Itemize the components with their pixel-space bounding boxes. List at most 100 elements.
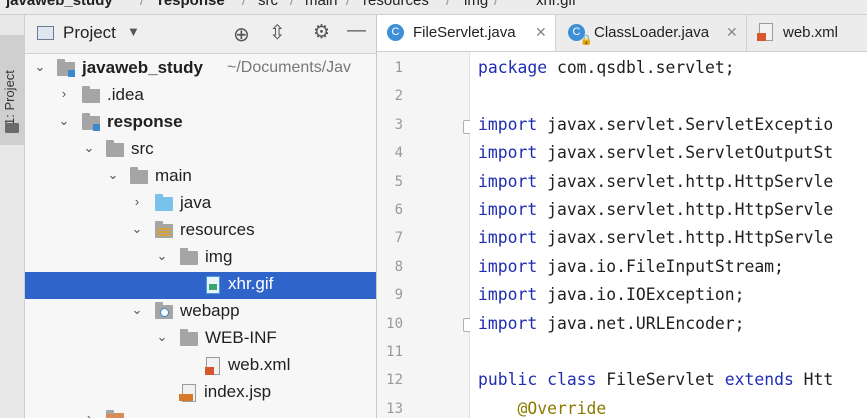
tree-item-main[interactable]: ⌄ main — [25, 164, 376, 191]
breadcrumb-item-xhr-gif[interactable]: xhr.gif — [536, 0, 576, 9]
code-line[interactable]: import java.net.URLEncoder; — [478, 314, 744, 333]
code-text: javax.servlet.http.HttpServle — [537, 228, 834, 247]
tree-item-resources[interactable]: ⌄ resources — [25, 218, 376, 245]
module-badge-icon — [68, 70, 75, 77]
breadcrumb-separator: / — [242, 0, 247, 9]
code-text: FileServlet — [596, 370, 725, 389]
folder-icon — [106, 410, 124, 418]
chevron-down-icon[interactable]: ⌄ — [57, 114, 71, 128]
breadcrumb-item-resources[interactable]: resources — [363, 0, 429, 9]
breadcrumb-item-img[interactable]: img — [464, 0, 488, 9]
line-number: 8 — [394, 259, 403, 275]
code-line[interactable]: import javax.servlet.http.HttpServle — [478, 172, 833, 191]
chevron-down-icon[interactable]: ⌄ — [33, 60, 47, 74]
tree-item-src[interactable]: ⌄ src — [25, 137, 376, 164]
code-line[interactable]: import java.io.IOException; — [478, 285, 744, 304]
code-line[interactable]: package com.qsdbl.servlet; — [478, 58, 735, 77]
code-line[interactable]: import javax.servlet.ServletExceptio — [478, 115, 833, 134]
line-number: 13 — [386, 401, 403, 417]
tree-item-label: WEB-INF — [205, 328, 277, 347]
line-number: 10 — [386, 316, 403, 332]
tool-window-strip: 1: Project — [0, 15, 25, 418]
source-folder-icon — [155, 194, 173, 211]
editor-gutter: 1 2 3 4 5 6 7 8 9 10 11 12 13 — [377, 52, 475, 418]
breadcrumb-separator: / — [290, 0, 295, 9]
code-keyword: import — [478, 200, 538, 219]
code-line[interactable]: import java.io.FileInputStream; — [478, 257, 784, 276]
breadcrumb-separator: / — [140, 0, 145, 9]
code-line[interactable]: import javax.servlet.http.HttpServle — [478, 228, 833, 247]
code-keyword: package — [478, 58, 548, 77]
chevron-right-icon[interactable]: › — [82, 411, 96, 418]
breadcrumb-item-javaweb-study[interactable]: javaweb_study — [6, 0, 113, 9]
close-icon[interactable]: ✕ — [535, 24, 547, 41]
tree-item-index-jsp[interactable]: index.jsp — [25, 380, 376, 407]
tab-fileservlet-java[interactable]: C FileServlet.java ✕ — [377, 15, 556, 51]
chevron-down-icon[interactable]: ⌄ — [106, 168, 120, 182]
tab-label: ClassLoader.java — [594, 24, 710, 41]
code-keyword: import — [478, 172, 538, 191]
tab-web-xml[interactable]: web.xml — [747, 15, 867, 51]
code-line[interactable]: import javax.servlet.ServletOutputSt — [478, 143, 833, 162]
code-keyword: extends — [724, 370, 794, 389]
code-text: java.net.URLEncoder; — [537, 314, 745, 333]
gear-icon[interactable]: ⚙ — [313, 21, 330, 44]
project-panel: Project ▼ ⊕ ⇳ ⚙ — ⌄ javaweb_study ~/Docu… — [25, 15, 377, 418]
close-icon[interactable]: ✕ — [726, 24, 738, 41]
tree-item-partial[interactable]: › — [25, 407, 376, 418]
code-keyword: import — [478, 257, 538, 276]
chevron-down-icon[interactable]: ⌄ — [130, 222, 144, 236]
chevron-down-icon[interactable]: ⌄ — [155, 249, 169, 263]
code-keyword: public — [478, 370, 538, 389]
code-text: javax.servlet.ServletExceptio — [537, 115, 834, 134]
project-view-title[interactable]: Project — [63, 23, 116, 43]
chevron-down-icon[interactable]: ⌄ — [130, 303, 144, 317]
code-keyword: class — [547, 370, 597, 389]
image-thumbnail-icon — [209, 284, 217, 290]
code-keyword: import — [478, 115, 538, 134]
tree-item-response[interactable]: ⌄ response — [25, 110, 376, 137]
folder-icon — [180, 329, 198, 346]
code-line[interactable]: import javax.servlet.http.HttpServle — [478, 200, 833, 219]
chevron-right-icon[interactable]: › — [130, 195, 144, 209]
tree-item-web-xml[interactable]: web.xml — [25, 353, 376, 380]
locate-target-icon[interactable]: ⊕ — [233, 22, 250, 47]
breadcrumb-item-response[interactable]: response — [158, 0, 225, 9]
breadcrumb-separator: / — [494, 0, 499, 9]
code-keyword: import — [478, 143, 538, 162]
chevron-down-icon[interactable]: ▼ — [127, 24, 140, 39]
code-editor[interactable]: package com.qsdbl.servlet; import javax.s… — [470, 52, 867, 418]
navigation-breadcrumb: javaweb_study / response / src / main / … — [0, 0, 867, 15]
folder-icon — [82, 86, 100, 103]
tree-item-label: img — [205, 247, 233, 266]
breadcrumb-item-main[interactable]: main — [305, 0, 338, 9]
tab-label: FileServlet.java — [413, 24, 516, 41]
tree-item-xhr-gif[interactable]: xhr.gif — [25, 272, 376, 299]
tree-item-webapp[interactable]: ⌄ webapp — [25, 299, 376, 326]
tree-item-label: xhr.gif — [228, 274, 274, 293]
code-text: java.io.FileInputStream; — [537, 257, 784, 276]
tree-item-idea[interactable]: › .idea — [25, 83, 376, 110]
collapse-all-icon[interactable]: ⇳ — [269, 20, 286, 45]
tree-item-javaweb-study[interactable]: ⌄ javaweb_study ~/Documents/Jav — [25, 56, 376, 83]
code-line[interactable]: @Override — [478, 399, 606, 418]
tree-item-label: webapp — [180, 301, 240, 320]
code-line[interactable]: public class FileServlet extends Htt — [478, 370, 833, 389]
project-tool-window-button[interactable]: 1: Project — [0, 35, 24, 145]
breadcrumb-item-src[interactable]: src — [258, 0, 278, 9]
chevron-right-icon[interactable]: › — [57, 87, 71, 101]
tree-item-web-inf[interactable]: ⌄ WEB-INF — [25, 326, 376, 353]
code-text: Htt — [793, 370, 834, 389]
minimize-icon[interactable]: — — [347, 20, 366, 42]
tree-item-label: resources — [180, 220, 255, 239]
breadcrumb-separator: / — [346, 0, 351, 9]
tab-classloader-java[interactable]: C 🔒 ClassLoader.java ✕ — [556, 15, 747, 51]
chevron-down-icon[interactable]: ⌄ — [82, 141, 96, 155]
tree-item-java[interactable]: › java — [25, 191, 376, 218]
code-text: java.io.IOException; — [537, 285, 745, 304]
line-number: 11 — [386, 344, 403, 360]
tree-item-img[interactable]: ⌄ img — [25, 245, 376, 272]
folder-icon — [106, 140, 124, 157]
chevron-down-icon[interactable]: ⌄ — [155, 330, 169, 344]
